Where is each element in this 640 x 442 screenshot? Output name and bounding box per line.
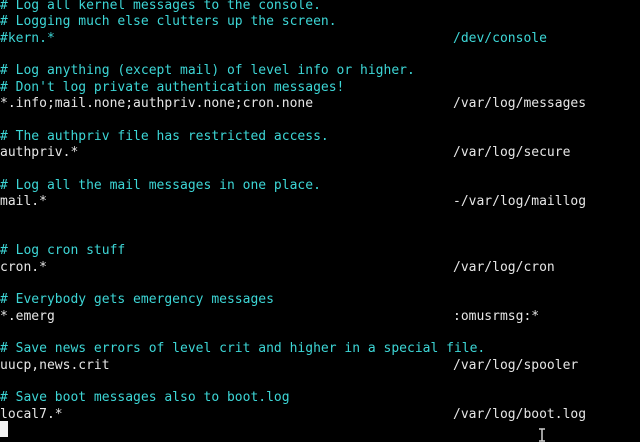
rule-line: uucp,news.crit/var/log/spooler (0, 357, 578, 374)
comment-line: # Log all kernel messages to the console… (0, 0, 321, 13)
rule-line: *.emerg :omusrmsg:* (0, 308, 539, 325)
rule-line: *.info;mail.none;authpriv.none;cron.none… (0, 96, 586, 112)
rule-action: /var/log/messages (453, 96, 587, 112)
rule-selector: uucp,news.crit (0, 357, 110, 373)
text-cursor (0, 421, 8, 437)
rule-action: :omusrmsg:* (453, 308, 540, 324)
rule-line: mail.* -/var/log/maillog (0, 194, 586, 210)
rule-action: /var/log/cron (453, 259, 555, 275)
ibeam-cursor-icon (539, 428, 545, 442)
comment-line: # Don't log private authentication messa… (0, 79, 345, 95)
comment-line: # Log all the mail messages in one place… (0, 177, 321, 193)
rule-action: -/var/log/maillog (453, 194, 587, 210)
comment-line: # Log cron stuff (0, 243, 126, 259)
rule-line: local7.* /var/log/boot.log (0, 406, 586, 423)
rule-action: /var/log/boot.log (453, 406, 587, 422)
rule-selector: authpriv.* (0, 145, 79, 161)
terminal-editor[interactable]: # Log all kernel messages to the console… (0, 0, 640, 442)
comment-line: # Save news errors of level crit and hig… (0, 341, 486, 357)
rule-selector: *.info;mail.none;authpriv.none;cron.none (0, 96, 314, 112)
comment-line: # Log anything (except mail) of level in… (0, 63, 415, 79)
rule-selector: *.emerg (0, 308, 55, 324)
comment-line: # Logging much else clutters up the scre… (0, 14, 337, 30)
comment-line: # Save boot messages also to boot.log (0, 390, 290, 406)
rule-selector: cron.* (0, 259, 47, 275)
rule-selector: mail.* (0, 194, 47, 210)
rule-line: cron.* /var/log/cron (0, 259, 555, 276)
rule-action: /dev/console (453, 30, 547, 46)
rule-line: #kern.* /dev/console (0, 30, 547, 47)
comment-line: # The authpriv file has restricted acces… (0, 128, 329, 144)
rule-action: /var/log/secure (453, 145, 571, 161)
comment-line: # Everybody gets emergency messages (0, 292, 274, 308)
rule-action: /var/log/spooler (453, 357, 579, 373)
rule-line: authpriv.* /var/log/secure (0, 145, 570, 161)
rule-selector: #kern.* (0, 30, 55, 46)
rule-selector: local7.* (0, 406, 63, 422)
